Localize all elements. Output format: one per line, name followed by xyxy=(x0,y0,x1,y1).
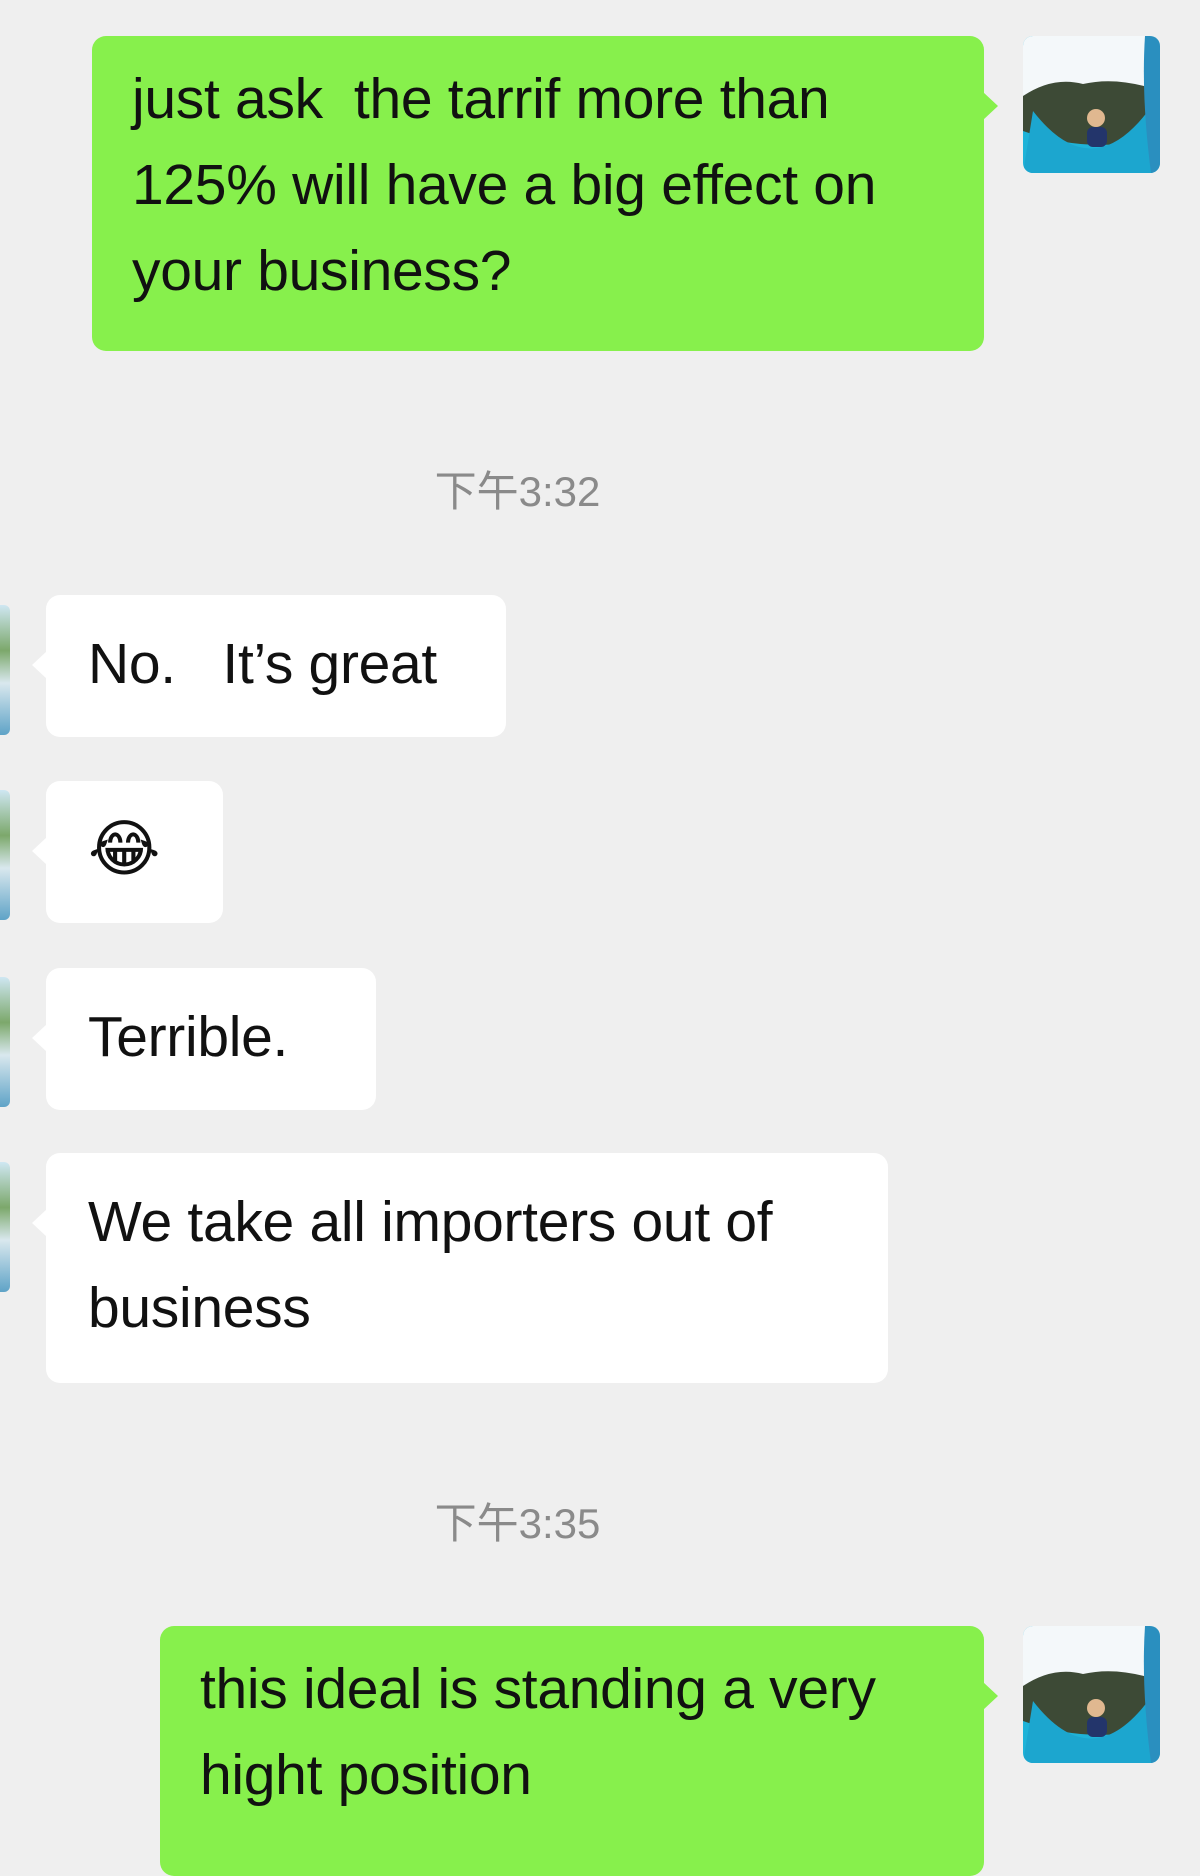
timestamp: 下午3:32 xyxy=(434,468,601,515)
contact-avatar[interactable] xyxy=(0,977,10,1107)
contact-avatar[interactable] xyxy=(0,1162,10,1292)
chat-bubble-sent[interactable]: this ideal is standing a very hight posi… xyxy=(160,1626,998,1876)
message-text: No. It’s great xyxy=(88,632,437,696)
user-photo-icon xyxy=(1023,1626,1160,1763)
user-photo-icon xyxy=(1023,36,1160,173)
user-avatar[interactable] xyxy=(1023,36,1160,173)
laughing-emoji-icon: 😂 xyxy=(88,815,161,884)
contact-photo-icon xyxy=(0,790,10,920)
message-text: just ask the tarrif more than 125% will … xyxy=(132,67,892,303)
timestamp: 下午3:35 xyxy=(434,1500,601,1547)
message-text: Terrible. xyxy=(88,1005,289,1069)
chat-bubble-received[interactable]: No. It’s great xyxy=(32,595,506,737)
contact-avatar[interactable] xyxy=(0,605,10,735)
message-text: We take all importers out of business xyxy=(88,1190,788,1340)
chat-bubble-received[interactable]: 😂 xyxy=(32,781,223,923)
contact-photo-icon xyxy=(0,605,10,735)
user-avatar[interactable] xyxy=(1023,1626,1160,1763)
contact-photo-icon xyxy=(0,977,10,1107)
contact-photo-icon xyxy=(0,1162,10,1292)
chat-bubble-sent[interactable]: just ask the tarrif more than 125% will … xyxy=(92,36,998,351)
chat-bubble-received[interactable]: We take all importers out of business xyxy=(32,1153,888,1383)
chat-bubble-received[interactable]: Terrible. xyxy=(32,968,376,1110)
message-text: this ideal is standing a very hight posi… xyxy=(200,1657,892,1807)
contact-avatar[interactable] xyxy=(0,790,10,920)
